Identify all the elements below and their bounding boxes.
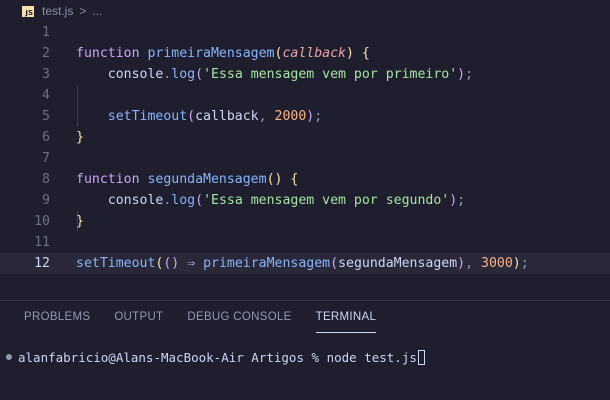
line-number: 5 bbox=[42, 109, 50, 124]
code-line[interactable]: 7 bbox=[0, 148, 610, 169]
code-token: , bbox=[258, 109, 275, 124]
code-token: ) bbox=[449, 193, 458, 208]
code-token: segundaMensagem bbox=[147, 172, 267, 187]
code-token: () bbox=[163, 256, 180, 271]
command-status-icon bbox=[6, 354, 12, 360]
code-line[interactable]: 1 bbox=[0, 22, 610, 43]
code-token: ; bbox=[457, 193, 466, 208]
code-line[interactable]: 12 setTimeout(() ⇒ primeiraMensagem(segun… bbox=[0, 253, 610, 274]
code-token: ; bbox=[465, 67, 474, 82]
code-token: function bbox=[76, 172, 148, 187]
code-token: 3000 bbox=[481, 256, 513, 271]
tab-terminal[interactable]: TERMINAL bbox=[315, 311, 377, 333]
code-text: setTimeout(callback, 2000); bbox=[76, 109, 322, 124]
breadcrumb-file[interactable]: test.js bbox=[42, 4, 73, 18]
code-token: log bbox=[171, 67, 196, 82]
code-token: setTimeout bbox=[76, 256, 156, 271]
line-number: 8 bbox=[42, 172, 50, 187]
breadcrumb: JS test.js > ... bbox=[0, 0, 610, 22]
line-number: 10 bbox=[34, 214, 50, 229]
code-line[interactable]: 6} bbox=[0, 127, 610, 148]
tab-output[interactable]: OUTPUT bbox=[114, 311, 163, 333]
code-line[interactable]: 5 setTimeout(callback, 2000); bbox=[0, 106, 610, 127]
panel-tabs: PROBLEMS OUTPUT DEBUG CONSOLE TERMINAL bbox=[0, 311, 377, 333]
code-line[interactable]: 2 function primeiraMensagem(callback) { bbox=[0, 43, 610, 64]
terminal-prompt: alanfabricio@Alans-MacBook-Air Artigos % bbox=[18, 349, 327, 365]
line-number: 1 bbox=[42, 25, 50, 40]
code-text: } bbox=[76, 214, 84, 229]
terminal-command: node test.js bbox=[326, 349, 417, 365]
code-line[interactable]: 11 bbox=[0, 232, 610, 253]
code-text: setTimeout(() ⇒ primeiraMensagem(segunda… bbox=[76, 256, 529, 271]
code-text: console.log('Essa mensagem vem por segun… bbox=[76, 193, 465, 208]
code-token: 'Essa mensagem vem por primeiro' bbox=[203, 67, 458, 82]
code-token: { bbox=[361, 46, 370, 61]
code-token: () bbox=[266, 172, 283, 187]
code-editor[interactable]: 1 2 function primeiraMensagem(callback) {3… bbox=[0, 22, 610, 300]
code-token: ( bbox=[195, 193, 204, 208]
code-token: segundaMensagem bbox=[338, 256, 458, 271]
line-number: 7 bbox=[42, 151, 50, 166]
line-number: 4 bbox=[42, 88, 50, 103]
code-token: ; bbox=[520, 256, 529, 271]
code-text: } bbox=[76, 130, 84, 145]
code-line[interactable]: 9 console.log('Essa mensagem vem por seg… bbox=[0, 190, 610, 211]
code-token: ( bbox=[330, 256, 339, 271]
tab-debug-console[interactable]: DEBUG CONSOLE bbox=[187, 311, 291, 333]
terminal-cursor bbox=[417, 349, 425, 365]
code-token: { bbox=[290, 172, 299, 187]
code-text: function segundaMensagem() { bbox=[76, 172, 298, 187]
code-text: console.log('Essa mensagem vem por prime… bbox=[76, 67, 473, 82]
line-number: 11 bbox=[34, 235, 50, 250]
code-text: function primeiraMensagem(callback) { bbox=[76, 46, 370, 61]
code-token: ; bbox=[314, 109, 323, 124]
code-token: log bbox=[171, 193, 196, 208]
code-token: setTimeout bbox=[76, 109, 188, 124]
breadcrumb-symbols[interactable]: ... bbox=[92, 4, 102, 18]
javascript-file-icon: JS bbox=[22, 5, 34, 17]
code-line[interactable]: 4 bbox=[0, 85, 610, 106]
code-token: primeiraMensagem bbox=[203, 256, 331, 271]
code-token: ) bbox=[346, 46, 354, 61]
code-token: ) bbox=[457, 67, 466, 82]
terminal-line[interactable]: alanfabricio@Alans-MacBook-Air Artigos %… bbox=[0, 348, 425, 366]
code-token: console bbox=[76, 67, 164, 82]
code-token: ) bbox=[512, 256, 521, 271]
line-number: 2 bbox=[42, 46, 50, 61]
line-number: 6 bbox=[42, 130, 50, 145]
code-token: callback bbox=[195, 109, 259, 124]
line-number: 3 bbox=[42, 67, 50, 82]
chevron-right-icon: > bbox=[79, 4, 87, 18]
code-token: function bbox=[76, 46, 148, 61]
code-token: ⇒ bbox=[179, 256, 204, 271]
code-token: , bbox=[465, 256, 482, 271]
code-token: console bbox=[76, 193, 164, 208]
code-token: callback bbox=[282, 46, 346, 61]
bottom-panel: PROBLEMS OUTPUT DEBUG CONSOLE TERMINAL a… bbox=[0, 301, 610, 400]
line-number: 12 bbox=[34, 256, 50, 271]
line-number: 9 bbox=[42, 193, 50, 208]
code-line[interactable]: 10} bbox=[0, 211, 610, 232]
code-token: 2000 bbox=[274, 109, 307, 124]
code-line[interactable]: 8 function segundaMensagem() { bbox=[0, 169, 610, 190]
tab-problems[interactable]: PROBLEMS bbox=[24, 311, 90, 333]
code-token: } bbox=[76, 130, 84, 145]
code-token: primeiraMensagem bbox=[147, 46, 275, 61]
code-line[interactable]: 3 console.log('Essa mensagem vem por pri… bbox=[0, 64, 610, 85]
code-token: ) bbox=[457, 256, 466, 271]
code-token: ( bbox=[187, 109, 196, 124]
code-token: ( bbox=[195, 67, 204, 82]
code-token: } bbox=[76, 214, 84, 229]
code-token: 'Essa mensagem vem por segundo' bbox=[203, 193, 450, 208]
